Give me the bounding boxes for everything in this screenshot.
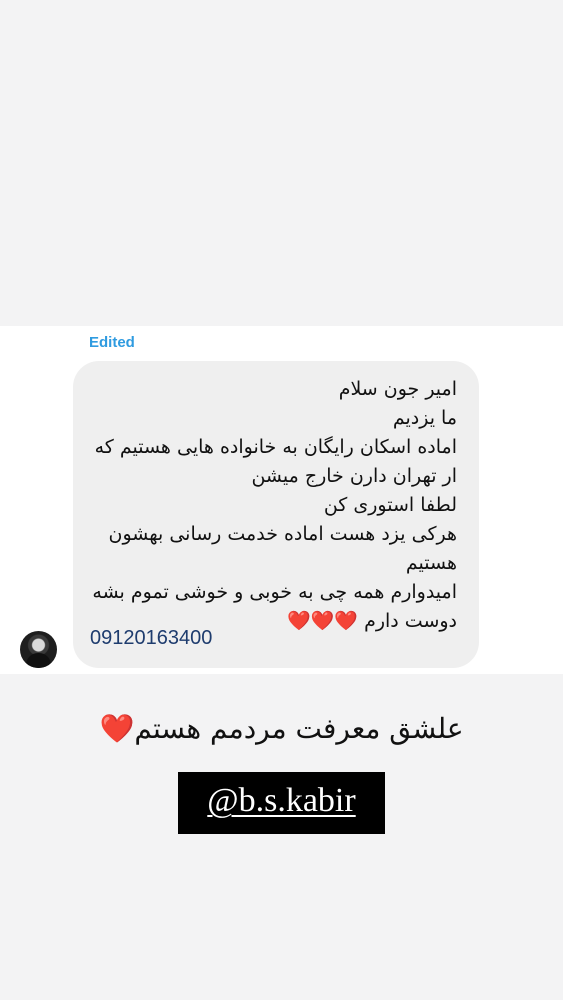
- mention-sticker[interactable]: @b.s.kabir: [178, 772, 385, 834]
- message-line: اماده اسکان رایگان به خانواده هایی هستیم…: [94, 436, 457, 458]
- message-bubble[interactable]: امیر جون سلام ما یزدیم اماده اسکان رایگا…: [73, 361, 479, 668]
- message-line: امیدوارم همه چی به خوبی و خوشی تموم بشه: [92, 581, 457, 603]
- heart-icon: ❤️: [99, 712, 135, 745]
- phone-number-link[interactable]: 09120163400: [90, 627, 212, 650]
- mention-handle[interactable]: @b.s.kabir: [178, 782, 385, 820]
- heart-icons: ❤️❤️❤️: [287, 610, 359, 632]
- story-caption: علشق معرفت مردمم هستم❤️: [0, 712, 563, 745]
- edited-label: Edited: [89, 334, 135, 351]
- closing-text: دوست دارم: [364, 610, 457, 632]
- caption-text: علشق معرفت مردمم هستم: [134, 712, 464, 745]
- sender-avatar[interactable]: [20, 631, 57, 668]
- message-line: ار تهران دارن خارج میشن: [251, 465, 457, 487]
- message-line: لطفا استوری کن: [323, 494, 457, 516]
- avatar-silhouette: [26, 653, 51, 668]
- message-line: هرکی یزد هست اماده خدمت رسانی بهشون: [108, 523, 457, 545]
- message-line: ما یزدیم: [392, 407, 457, 429]
- message-text: امیر جون سلام ما یزدیم اماده اسکان رایگا…: [85, 375, 457, 636]
- message-line: امیر جون سلام: [338, 378, 457, 400]
- story-background-top: [0, 0, 563, 326]
- message-line: هستیم: [405, 552, 457, 574]
